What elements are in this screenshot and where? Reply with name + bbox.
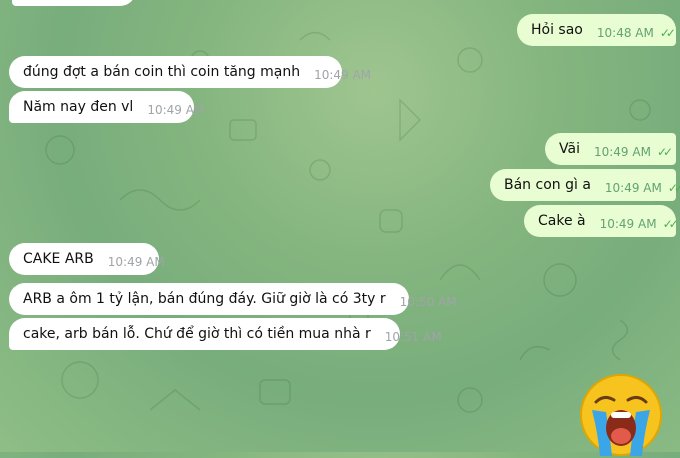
message-time: 10:48 AM bbox=[596, 26, 654, 40]
message-bubble-outgoing[interactable]: Cake à 10:49 AM ✓✓ bbox=[524, 205, 679, 237]
message-text: Năm nay đen vl bbox=[23, 99, 134, 115]
message-bubble-incoming[interactable]: ARB a ôm 1 tỷ lận, bán đúng đáy. Giữ giờ… bbox=[9, 283, 457, 315]
message-text: Cake à bbox=[538, 213, 586, 229]
message-bubble-outgoing[interactable]: Vãi 10:49 AM ✓✓ bbox=[545, 133, 676, 165]
message-bubble-incoming[interactable]: đúng đợt a bán coin thì coin tăng mạnh 1… bbox=[9, 56, 371, 88]
message-bubble-outgoing[interactable]: Hỏi sao 10:48 AM ✓✓ bbox=[517, 14, 676, 46]
message-text: Vãi bbox=[559, 141, 580, 157]
message-time: 10:49 AM bbox=[107, 255, 165, 269]
message-time: 10:49 AM bbox=[147, 103, 205, 117]
message-bubble-incoming[interactable]: Năm nay đen vl 10:49 AM bbox=[9, 91, 204, 123]
message-bubble-partial bbox=[12, 0, 136, 6]
message-text: ARB a ôm 1 tỷ lận, bán đúng đáy. Giữ giờ… bbox=[23, 291, 386, 307]
double-check-icon: ✓✓ bbox=[656, 145, 673, 159]
message-text: Bán con gì a bbox=[504, 177, 591, 193]
message-bubble-incoming[interactable]: CAKE ARB 10:49 AM bbox=[9, 243, 165, 275]
message-text: cake, arb bán lỗ. Chứ để giờ thì có tiền… bbox=[23, 326, 371, 342]
double-check-icon: ✓✓ bbox=[659, 26, 676, 40]
message-time: 10:51 AM bbox=[384, 330, 442, 344]
crying-emoji-sticker[interactable] bbox=[578, 372, 664, 458]
message-time: 10:49 AM bbox=[604, 181, 662, 195]
double-check-icon: ✓✓ bbox=[667, 181, 680, 195]
message-time: 10:50 AM bbox=[399, 295, 457, 309]
message-time: 10:49 AM bbox=[599, 217, 657, 231]
message-bubble-incoming[interactable]: cake, arb bán lỗ. Chứ để giờ thì có tiền… bbox=[9, 318, 442, 350]
message-text: đúng đợt a bán coin thì coin tăng mạnh bbox=[23, 64, 301, 80]
message-time: 10:49 AM bbox=[593, 145, 651, 159]
message-text: Hỏi sao bbox=[531, 22, 583, 38]
message-bubble-outgoing[interactable]: Bán con gì a 10:49 AM ✓✓ bbox=[490, 169, 680, 201]
double-check-icon: ✓✓ bbox=[662, 217, 679, 231]
message-text: CAKE ARB bbox=[23, 251, 94, 267]
message-time: 10:49 AM bbox=[314, 68, 372, 82]
